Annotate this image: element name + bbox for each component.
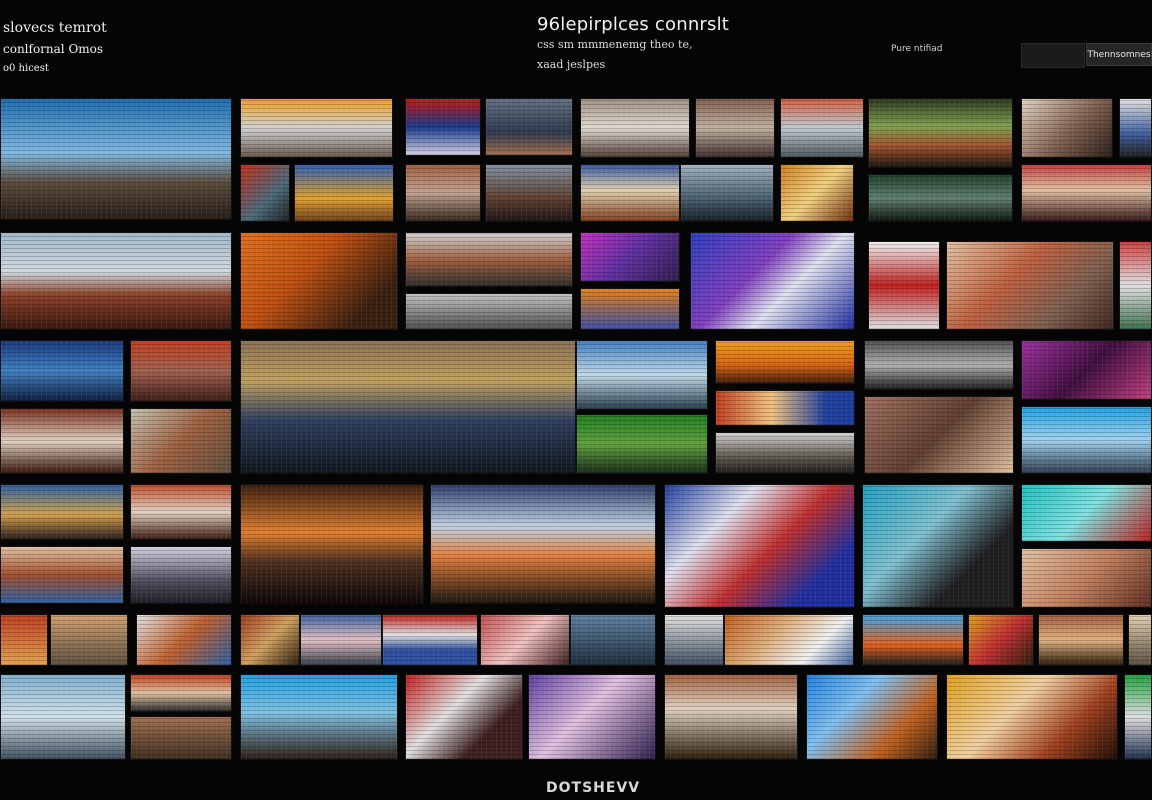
image-thumbnail[interactable] xyxy=(1124,674,1152,760)
image-thumbnail[interactable] xyxy=(0,614,48,666)
image-thumbnail[interactable] xyxy=(240,164,290,222)
image-thumbnail[interactable] xyxy=(580,98,690,158)
image-thumbnail[interactable] xyxy=(946,241,1114,330)
image-thumbnail[interactable] xyxy=(715,340,855,384)
image-thumbnail[interactable] xyxy=(946,674,1118,760)
image-thumbnail[interactable] xyxy=(780,164,854,222)
image-thumbnail[interactable] xyxy=(576,340,708,410)
image-thumbnail[interactable] xyxy=(130,408,232,474)
header-title-line-3: o0 hicest xyxy=(3,63,49,74)
image-thumbnail[interactable] xyxy=(130,674,232,712)
image-thumbnail[interactable] xyxy=(485,164,573,222)
image-thumbnail[interactable] xyxy=(382,614,478,666)
image-thumbnail[interactable] xyxy=(724,614,854,666)
image-thumbnail[interactable] xyxy=(1021,340,1152,400)
image-thumbnail[interactable] xyxy=(50,614,128,666)
image-thumbnail[interactable] xyxy=(864,340,1014,390)
image-thumbnail[interactable] xyxy=(300,614,382,666)
image-thumbnail[interactable] xyxy=(664,484,855,608)
image-thumbnail[interactable] xyxy=(680,164,774,222)
image-thumbnail[interactable] xyxy=(695,98,775,158)
center-title: 96lepirplces connrslt xyxy=(537,14,730,35)
image-thumbnail[interactable] xyxy=(576,414,708,474)
image-thumbnail[interactable] xyxy=(130,546,232,604)
image-thumbnail[interactable] xyxy=(1119,98,1152,158)
image-thumbnail[interactable] xyxy=(580,232,680,282)
image-thumbnail[interactable] xyxy=(862,484,1014,608)
image-thumbnail[interactable] xyxy=(480,614,570,666)
center-subtitle-2: xaad jeslpes xyxy=(537,58,606,71)
image-thumbnail[interactable] xyxy=(715,390,855,426)
image-thumbnail[interactable] xyxy=(405,674,523,760)
header-title-line-1: slovecs temrot xyxy=(3,20,107,36)
image-thumbnail[interactable] xyxy=(430,484,656,604)
image-thumbnail[interactable] xyxy=(862,614,964,666)
image-thumbnail[interactable] xyxy=(294,164,394,222)
image-thumbnail[interactable] xyxy=(690,232,855,330)
image-thumbnail[interactable] xyxy=(1038,614,1124,666)
search-input[interactable] xyxy=(1021,43,1085,68)
image-thumbnail[interactable] xyxy=(580,288,680,330)
image-thumbnail[interactable] xyxy=(868,98,1013,168)
image-thumbnail[interactable] xyxy=(968,614,1034,666)
footer-label: DOTSHEVV xyxy=(546,780,641,796)
image-thumbnail[interactable] xyxy=(0,98,232,220)
header-title-line-2: conlfornal Omos xyxy=(3,42,104,56)
image-thumbnail[interactable] xyxy=(1021,98,1113,158)
thumbnail-grid xyxy=(0,96,1152,766)
image-thumbnail[interactable] xyxy=(528,674,656,760)
image-thumbnail[interactable] xyxy=(664,674,798,760)
image-thumbnail[interactable] xyxy=(1021,406,1152,474)
image-thumbnail[interactable] xyxy=(405,293,573,330)
image-thumbnail[interactable] xyxy=(405,232,573,287)
image-thumbnail[interactable] xyxy=(806,674,938,760)
image-thumbnail[interactable] xyxy=(570,614,656,666)
image-thumbnail[interactable] xyxy=(136,614,232,666)
image-thumbnail[interactable] xyxy=(580,164,680,222)
image-thumbnail[interactable] xyxy=(868,241,940,330)
image-thumbnail[interactable] xyxy=(405,98,481,156)
image-thumbnail[interactable] xyxy=(485,98,573,156)
image-thumbnail[interactable] xyxy=(0,340,124,402)
image-thumbnail[interactable] xyxy=(0,674,126,760)
center-subtitle-1: css sm mmmenemg theo te, xyxy=(537,38,693,51)
image-thumbnail[interactable] xyxy=(240,484,424,604)
image-thumbnail[interactable] xyxy=(864,396,1014,474)
sort-label[interactable]: Pure ntifiad xyxy=(891,44,943,54)
image-thumbnail[interactable] xyxy=(0,408,124,474)
image-thumbnail[interactable] xyxy=(130,340,232,402)
image-thumbnail[interactable] xyxy=(240,674,398,760)
image-thumbnail[interactable] xyxy=(405,164,481,222)
image-thumbnail[interactable] xyxy=(1021,484,1152,542)
image-thumbnail[interactable] xyxy=(1021,548,1152,608)
image-thumbnail[interactable] xyxy=(0,484,124,540)
image-thumbnail[interactable] xyxy=(664,614,724,666)
image-thumbnail[interactable] xyxy=(868,174,1013,222)
image-thumbnail[interactable] xyxy=(240,614,300,666)
image-thumbnail[interactable] xyxy=(1119,241,1152,330)
action-button[interactable]: Thennsomnes xyxy=(1086,43,1152,66)
image-thumbnail[interactable] xyxy=(715,432,855,474)
image-thumbnail[interactable] xyxy=(130,484,232,540)
image-thumbnail[interactable] xyxy=(0,232,232,330)
top-bar: slovecs temrot conlfornal Omos o0 hicest… xyxy=(0,0,1152,92)
image-thumbnail[interactable] xyxy=(240,232,398,330)
image-thumbnail[interactable] xyxy=(240,340,576,474)
image-thumbnail[interactable] xyxy=(780,98,864,158)
image-thumbnail[interactable] xyxy=(0,546,124,604)
image-thumbnail[interactable] xyxy=(1128,614,1152,666)
image-thumbnail[interactable] xyxy=(1021,164,1152,222)
image-thumbnail[interactable] xyxy=(130,716,232,760)
image-thumbnail[interactable] xyxy=(240,98,393,158)
